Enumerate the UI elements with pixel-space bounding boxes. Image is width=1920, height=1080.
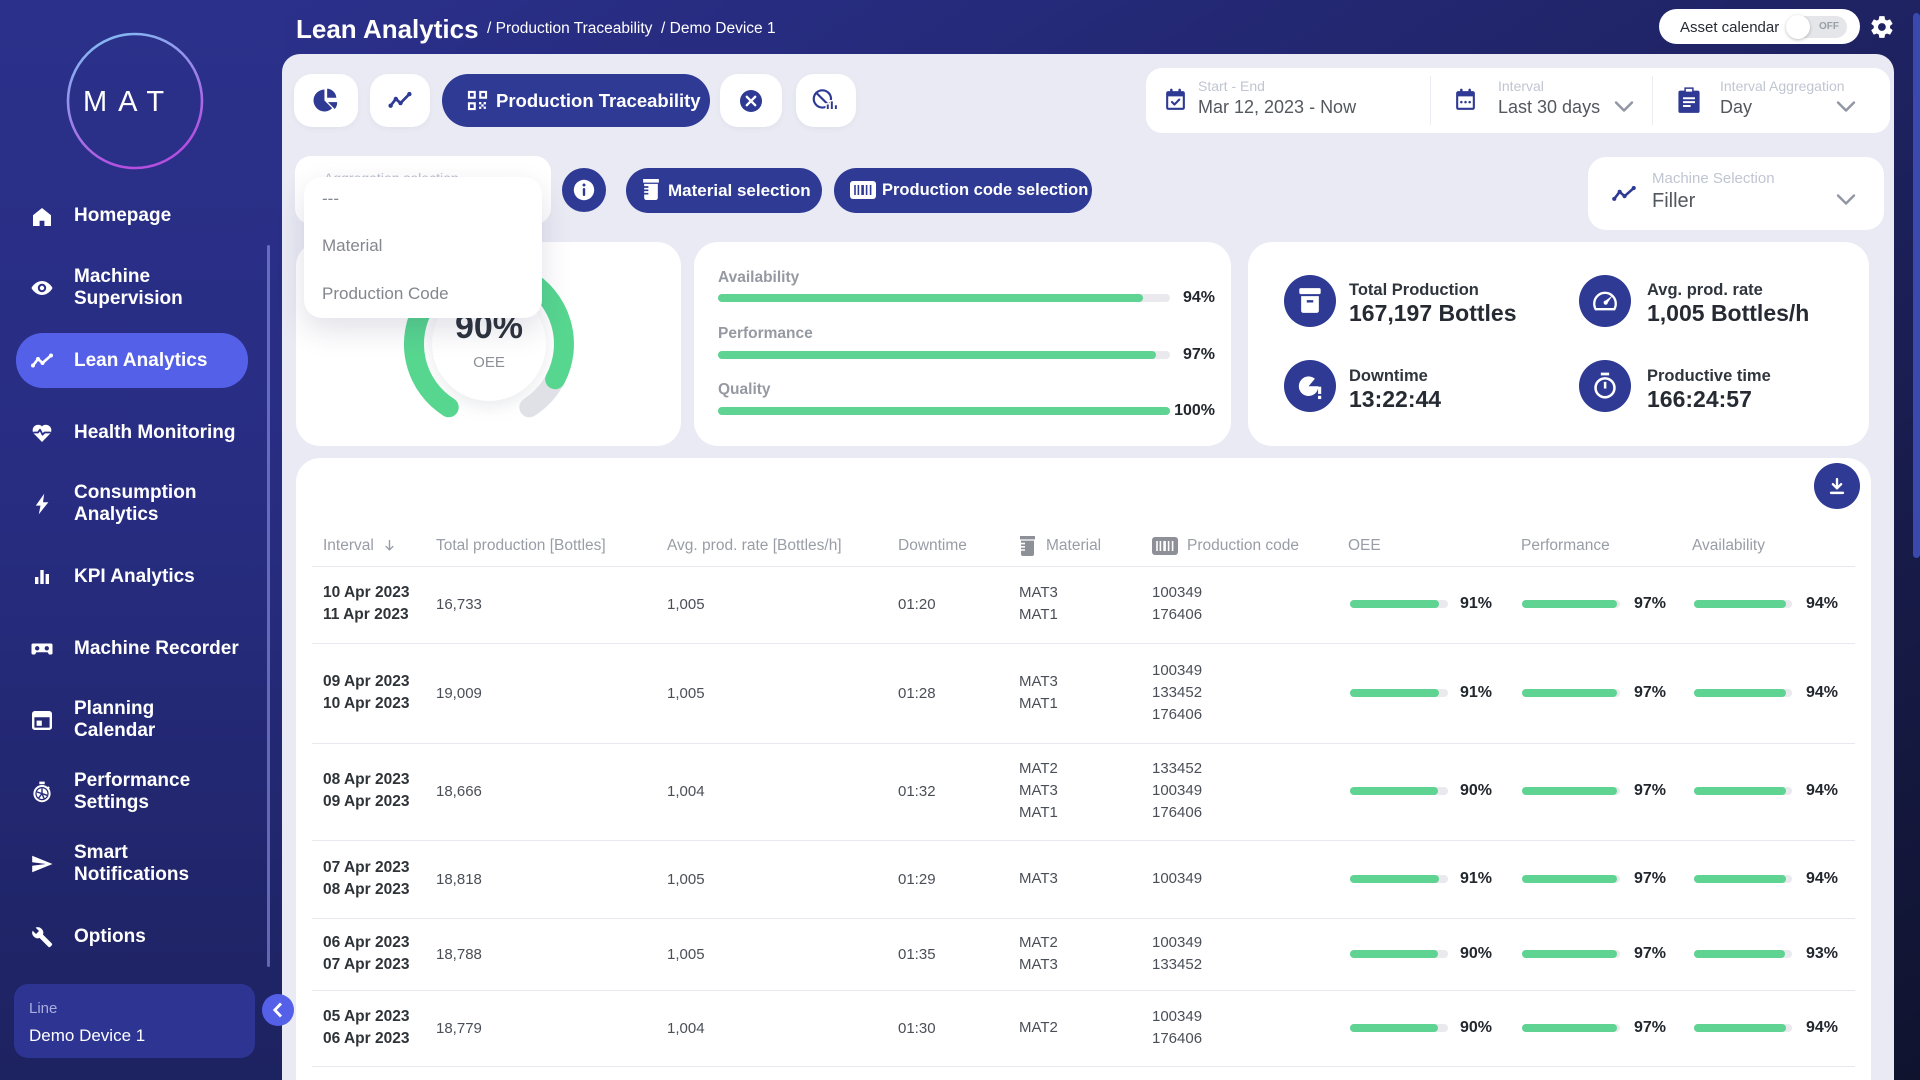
svg-text:MAT: MAT	[83, 86, 175, 118]
svg-text:OEE: OEE	[473, 354, 505, 371]
